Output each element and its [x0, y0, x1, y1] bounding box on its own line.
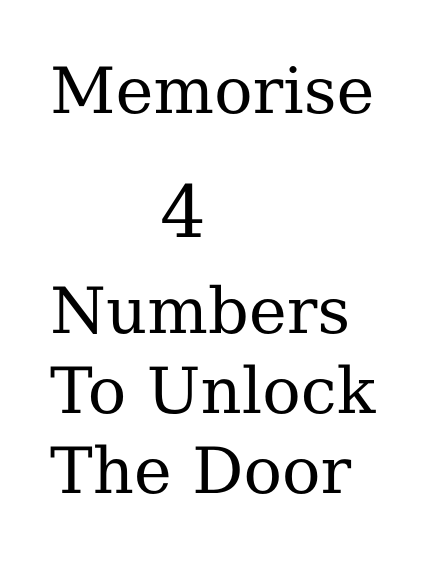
game-screen: Memorise 4 Numbers To Unlock The Door [0, 0, 432, 576]
instruction-title: Memorise [50, 55, 375, 129]
instruction-line-numbers: Numbers [50, 275, 351, 349]
number-count: 4 [160, 170, 206, 254]
instruction-line-the-door: The Door [50, 435, 352, 509]
instruction-line-to-unlock: To Unlock [50, 355, 376, 429]
